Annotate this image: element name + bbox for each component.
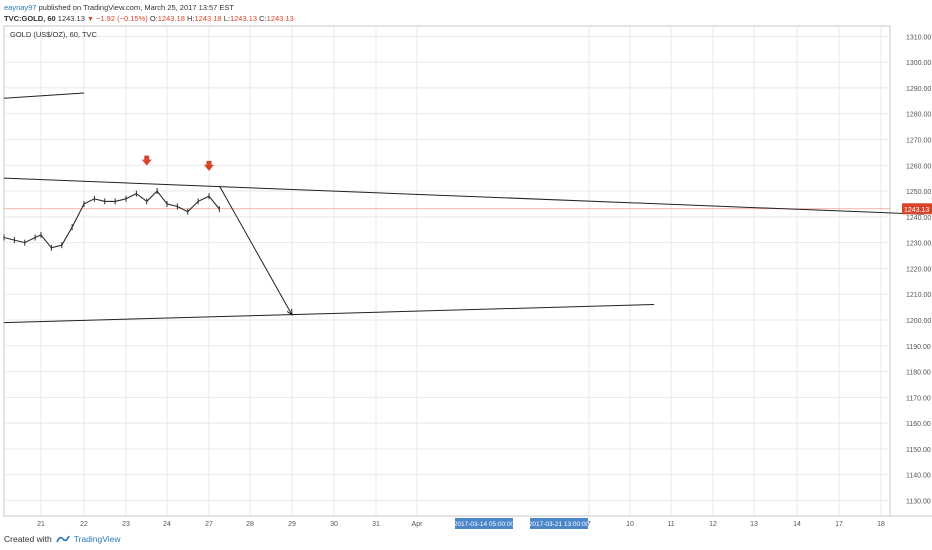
chart-legend-title: GOLD (US$/OZ), 60, TVC xyxy=(10,30,98,39)
y-tick-label: 1250.00 xyxy=(906,189,931,196)
x-tick-label: 29 xyxy=(288,521,296,528)
created-with-text: Created with xyxy=(4,534,52,544)
y-tick-label: 1140.00 xyxy=(906,473,931,480)
y-tick-label: 1280.00 xyxy=(906,112,931,119)
publish-info: eaynay97 published on TradingView.com, M… xyxy=(4,3,234,12)
y-tick-label: 1300.00 xyxy=(906,60,931,67)
footer: Created with TradingView xyxy=(4,534,121,544)
y-tick-label: 1190.00 xyxy=(906,344,931,351)
close-value: 1243.13 xyxy=(266,14,294,23)
x-tick-label: 18 xyxy=(877,521,885,528)
x-tick-label: 23 xyxy=(122,521,130,528)
plot-frame xyxy=(3,25,891,517)
tradingview-brand[interactable]: TradingView xyxy=(74,534,121,544)
y-tick-label: 1210.00 xyxy=(906,292,931,299)
y-tick-label: 1180.00 xyxy=(906,370,931,377)
x-tick-label: 27 xyxy=(205,521,213,528)
x-tick-label: 10 xyxy=(626,521,634,528)
symbol-label: TVC:GOLD, 60 xyxy=(4,14,56,23)
x-tick-label: Apr xyxy=(412,521,424,528)
x-tick-label: 12 xyxy=(709,521,717,528)
y-tick-label: 1160.00 xyxy=(906,421,931,428)
open-label: O: xyxy=(149,14,158,23)
down-triangle-icon: ▼ xyxy=(87,16,94,23)
y-tick-label: 1150.00 xyxy=(906,447,931,454)
y-tick-label: 1130.00 xyxy=(906,499,931,506)
x-tick-label: 14 xyxy=(793,521,801,528)
tradingview-logo-icon xyxy=(55,535,70,543)
x-tick-label: 31 xyxy=(372,521,380,528)
y-tick-label: 1270.00 xyxy=(906,137,931,144)
y-tick-label: 1230.00 xyxy=(906,241,931,248)
y-tick-label: 1240.00 xyxy=(906,215,931,222)
last-price-tag-label: 1243.13 xyxy=(904,207,929,214)
high-value: 1243.18 xyxy=(194,14,222,23)
last-price: 1243.13 xyxy=(57,14,85,23)
symbol-ohlc-line: TVC:GOLD, 60 1243.13 ▼ −1.92 (−0.15%) O:… xyxy=(4,14,294,23)
x-tick-label: 21 xyxy=(37,521,45,528)
x-tick-label: 2017-03-21 13:00:00 xyxy=(529,521,590,528)
x-tick-label: 13 xyxy=(750,521,758,528)
x-tick-label: 11 xyxy=(667,521,674,528)
y-tick-label: 1170.00 xyxy=(906,395,931,402)
y-tick-label: 1310.00 xyxy=(906,34,931,41)
y-tick-label: 1200.00 xyxy=(906,318,931,325)
x-tick-label: 30 xyxy=(330,521,338,528)
x-tick-label: 22 xyxy=(80,521,88,528)
low-value: 1243.13 xyxy=(229,14,258,23)
y-tick-label: 1290.00 xyxy=(906,86,931,93)
published-text: published on TradingView.com, March 25, … xyxy=(36,3,235,12)
y-tick-label: 1260.00 xyxy=(906,163,931,170)
x-tick-label: 24 xyxy=(163,521,171,528)
x-tick-label: 7 xyxy=(587,521,591,528)
x-tick-label: 28 xyxy=(246,521,254,528)
x-tick-label: 2017-03-14 05:00:00 xyxy=(454,521,515,528)
x-tick-label: 17 xyxy=(835,521,843,528)
price-change: −1.92 (−0.15%) xyxy=(96,14,148,23)
author-link[interactable]: eaynay97 xyxy=(4,3,37,12)
y-tick-label: 1220.00 xyxy=(906,266,931,273)
close-label: C: xyxy=(259,14,267,23)
open-value: 1243.18 xyxy=(157,14,185,23)
chart-area[interactable]: 1310.00 1300.00 1290.00 1280.00 1270.00 1260.… xyxy=(0,0,932,550)
